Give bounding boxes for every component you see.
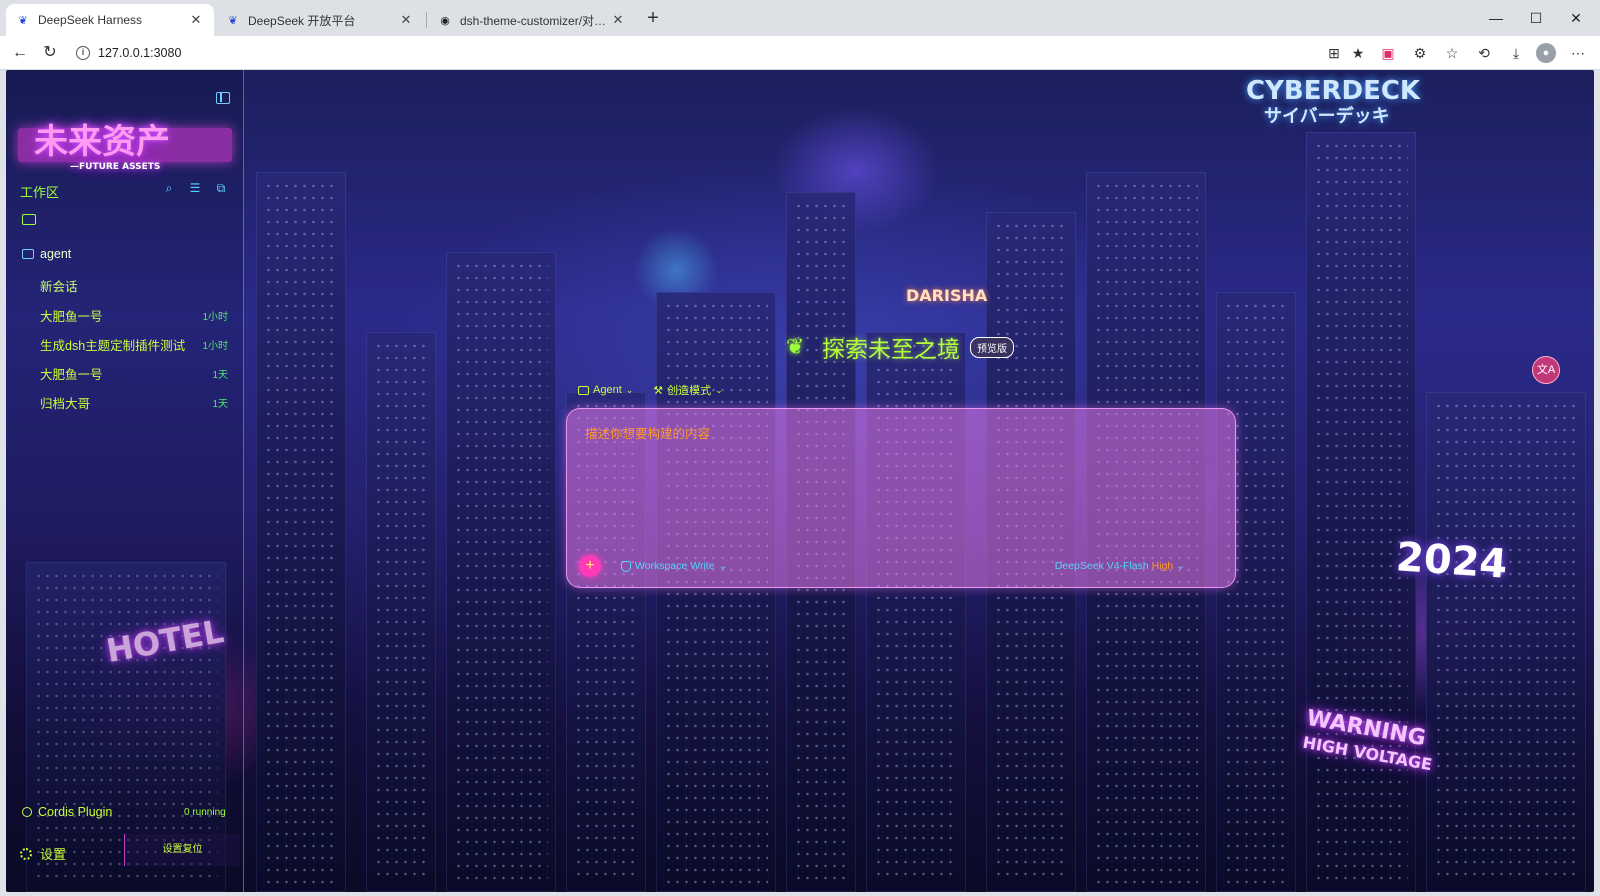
extensions-icon[interactable]: ⚙ <box>1410 43 1430 63</box>
gear-icon <box>20 847 32 860</box>
magic-wand-icon: ⚒ <box>653 384 664 397</box>
neon-sign-cyberdeck-jp: サイバーデッキ <box>1264 106 1390 127</box>
conversation-time: 1小时 <box>202 312 228 323</box>
conversation-title: 生成dsh主题定制插件测试 <box>40 339 186 353</box>
sidebar-item-agent[interactable]: agent <box>22 247 71 261</box>
new-chat-icon[interactable]: ⧉ <box>214 181 228 196</box>
workspace-label: 工作区 <box>20 185 60 200</box>
prompt-input[interactable]: 描述你想要构建的内容 <box>585 423 710 442</box>
chevron-down-icon: ⌄ <box>715 384 723 395</box>
open-folder-icon[interactable] <box>22 214 36 225</box>
back-icon[interactable]: ← <box>8 41 32 65</box>
translate-extension-icon[interactable]: ▣ <box>1378 43 1398 63</box>
deepseek-whale-icon: ❦ <box>786 334 805 359</box>
agent-label: agent <box>40 247 72 261</box>
maximize-icon[interactable]: ☐ <box>1516 6 1556 30</box>
conversation-item[interactable]: 生成dsh主题定制插件测试 1小时 <box>40 335 228 354</box>
mode-selectors: Agent ⌄ ⚒ 创造模式 ⌄ <box>578 382 723 398</box>
tab-title: DeepSeek Harness <box>38 13 143 27</box>
tab-title: DeepSeek 开放平台 <box>248 13 356 28</box>
apps-grid-icon[interactable]: ⊞ <box>1324 43 1344 63</box>
create-mode-dropdown[interactable]: ⚒ 创造模式 ⌄ <box>653 382 722 398</box>
reset-settings-button[interactable]: 设置复位 <box>124 834 240 866</box>
prompt-composer[interactable]: 描述你想要构建的内容 + Workspace Write ⌄ DeepSeek … <box>566 408 1236 588</box>
tab-deepseek-platform[interactable]: ❦ DeepSeek 开放平台 ✕ <box>216 4 424 36</box>
add-attachment-button[interactable]: + <box>579 555 601 577</box>
profile-avatar[interactable]: ● <box>1536 43 1556 63</box>
workspace-actions: ⌕ ☰ ⧉ <box>162 181 228 196</box>
filter-icon[interactable]: ☰ <box>188 181 202 196</box>
close-tab-icon[interactable]: ✕ <box>610 12 626 28</box>
history-icon[interactable]: ⟲ <box>1474 43 1494 63</box>
create-mode-label: 创造模式 <box>667 385 712 397</box>
permission-label: Workspace Write <box>635 560 715 572</box>
folder-icon <box>22 249 34 259</box>
deepseek-whale-icon: ❦ <box>18 14 28 27</box>
more-menu-icon[interactable]: ⋯ <box>1568 43 1588 63</box>
close-window-icon[interactable]: ✕ <box>1556 6 1596 30</box>
site-info-icon[interactable]: i <box>76 46 90 60</box>
page-title: 探索未至之境 <box>822 336 960 362</box>
tab-separator <box>426 12 427 28</box>
plugin-running-count: 0 running <box>184 807 226 818</box>
url-field[interactable]: i 127.0.0.1:3080 <box>68 40 1298 66</box>
conversation-item[interactable]: 归档大哥 1天 <box>40 393 228 412</box>
reload-icon[interactable]: ↻ <box>38 41 62 65</box>
settings-button[interactable]: 设置 <box>20 844 66 863</box>
address-toolbar: ← ↻ i 127.0.0.1:3080 ⊞ ★ ▣ ⚙ ☆ ⟲ ⤓ ● ⋯ <box>0 36 1600 70</box>
preview-badge: 预览版 <box>970 336 1014 358</box>
plugin-icon <box>22 807 32 817</box>
conversation-item[interactable]: 大肥鱼一号 1小时 <box>40 306 228 325</box>
github-icon: ◉ <box>440 14 450 27</box>
neon-sign-darisha: DARISHA <box>906 286 988 305</box>
app-viewport: CYBERDECK サイバーデッキ HOTEL 2024 WARNING HIG… <box>6 70 1594 892</box>
minimize-icon[interactable]: — <box>1476 6 1516 30</box>
favorites-icon[interactable]: ☆ <box>1442 43 1462 63</box>
logo-subtitle: —FUTURE ASSETS <box>70 162 161 172</box>
folder-icon <box>578 385 589 395</box>
agent-mode-dropdown[interactable]: Agent ⌄ <box>578 382 633 398</box>
plugin-status-row[interactable]: Cordis Plugin <box>22 805 112 819</box>
neon-sign-2024: 2024 <box>1394 534 1509 588</box>
close-tab-icon[interactable]: ✕ <box>398 12 414 28</box>
conversation-title: 归档大哥 <box>40 397 91 411</box>
new-chat-item[interactable]: 新会话 <box>40 276 78 295</box>
agent-mode-label: Agent <box>593 384 622 396</box>
model-effort: High <box>1151 560 1174 572</box>
conversation-title: 大肥鱼一号 <box>40 368 103 382</box>
model-selector[interactable]: DeepSeek V4-Flash High ⌄ <box>1055 560 1185 572</box>
chevron-down-icon: ⌄ <box>1176 560 1185 572</box>
browser-tab-bar: ❦ DeepSeek Harness ✕ ❦ DeepSeek 开放平台 ✕ ◉… <box>0 0 1600 36</box>
url-text: 127.0.0.1:3080 <box>98 46 182 60</box>
settings-label: 设置 <box>40 847 67 862</box>
plugin-name: Cordis Plugin <box>38 805 113 819</box>
welcome-header: ❦ 探索未至之境 预览版 <box>786 330 1014 364</box>
chevron-down-icon: ⌄ <box>718 560 728 572</box>
shield-icon <box>621 560 631 572</box>
conversation-item[interactable]: 大肥鱼一号 1天 <box>40 364 228 383</box>
logo-future-assets: 未来资产 <box>34 122 170 162</box>
conversation-time: 1小时 <box>202 341 228 352</box>
conversation-title: 大肥鱼一号 <box>40 310 103 324</box>
sidebar-collapse-icon[interactable] <box>216 92 230 104</box>
chevron-down-icon: ⌄ <box>625 384 634 395</box>
deepseek-whale-icon: ❦ <box>228 14 238 27</box>
translate-float-button[interactable]: 文A <box>1532 356 1560 384</box>
download-icon[interactable]: ⤓ <box>1506 43 1526 63</box>
new-tab-button[interactable]: + <box>640 6 666 32</box>
search-icon[interactable]: ⌕ <box>162 181 176 196</box>
tab-github[interactable]: ◉ dsh-theme-customizer/对话区测试 ✕ <box>428 4 636 36</box>
close-tab-icon[interactable]: ✕ <box>188 12 204 28</box>
conversation-time: 1天 <box>212 370 228 381</box>
sidebar: 未来资产 —FUTURE ASSETS 工作区 ⌕ ☰ ⧉ agent 新会话 … <box>6 70 244 892</box>
bookmark-star-icon[interactable]: ★ <box>1348 43 1368 63</box>
tab-title: dsh-theme-customizer/对话区测试 <box>460 13 610 28</box>
permission-dropdown[interactable]: Workspace Write ⌄ <box>621 560 727 572</box>
tab-deepseek-harness[interactable]: ❦ DeepSeek Harness ✕ <box>6 4 214 36</box>
model-name: DeepSeek V4-Flash <box>1054 560 1149 572</box>
conversation-time: 1天 <box>212 399 228 410</box>
